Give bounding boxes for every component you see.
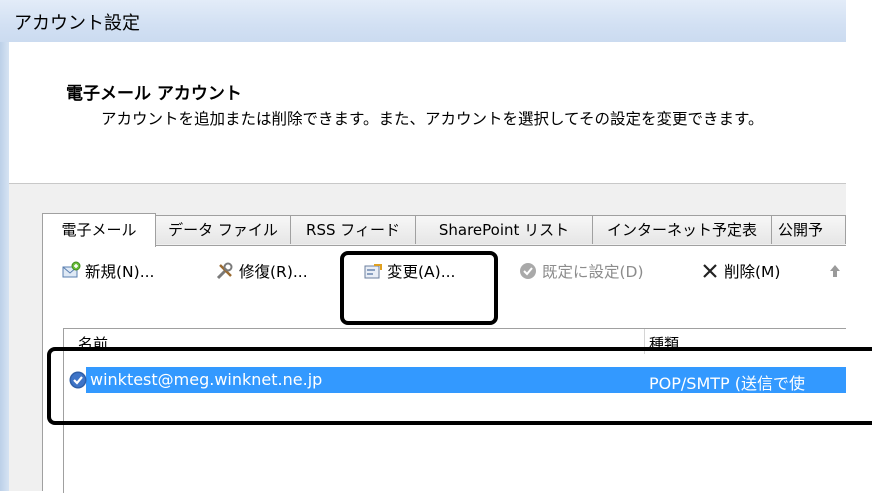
header-panel: 電子メール アカウント アカウントを追加または削除できます。また、アカウントを選… bbox=[9, 42, 846, 184]
new-account-icon bbox=[61, 261, 81, 281]
column-divider[interactable] bbox=[644, 329, 645, 354]
header-description: アカウントを追加または削除できます。また、アカウントを選択してその設定を変更でき… bbox=[101, 110, 764, 128]
account-name: winktest@meg.winknet.ne.jp bbox=[90, 370, 323, 389]
tab-published-calendars[interactable]: 公開予 bbox=[771, 215, 846, 244]
account-toolbar: 新規(N)... 修復(R)... 変更(A)... 既定に設定(D) 削除(M… bbox=[43, 246, 847, 296]
x-delete-icon bbox=[700, 261, 720, 281]
tab-strip: 電子メール データ ファイル RSS フィード SharePoint リスト イ… bbox=[42, 213, 846, 247]
column-header-type[interactable]: 種類 bbox=[649, 333, 679, 354]
checkmark-circle-icon bbox=[518, 261, 538, 281]
change-button-label: 変更(A)... bbox=[387, 263, 456, 281]
tab-email[interactable]: 電子メール bbox=[42, 213, 156, 247]
repair-tools-icon bbox=[215, 261, 235, 281]
repair-button[interactable]: 修復(R)... bbox=[215, 258, 308, 284]
account-list[interactable]: 名前 種類 winktest@meg.winknet.ne.jp POP/SMT… bbox=[63, 328, 848, 493]
delete-button-label: 削除(M) bbox=[724, 263, 781, 281]
new-button-label: 新規(N)... bbox=[85, 263, 155, 281]
column-header-name[interactable]: 名前 bbox=[78, 333, 108, 354]
window-title: アカウント設定 bbox=[14, 13, 140, 34]
change-settings-icon bbox=[363, 261, 383, 281]
delete-button[interactable]: 削除(M) bbox=[700, 258, 780, 284]
default-account-check-icon bbox=[68, 370, 88, 390]
set-default-label: 既定に設定(D) bbox=[542, 263, 644, 281]
header-title: 電子メール アカウント bbox=[66, 84, 242, 104]
list-item[interactable]: winktest@meg.winknet.ne.jp POP/SMTP (送信で… bbox=[68, 365, 848, 395]
tab-rss-feeds[interactable]: RSS フィード bbox=[290, 215, 416, 244]
account-type: POP/SMTP (送信で使 bbox=[649, 374, 805, 393]
window-edge bbox=[846, 0, 872, 491]
tab-panel-email: 新規(N)... 修復(R)... 変更(A)... 既定に設定(D) 削除(M… bbox=[42, 245, 848, 493]
change-button[interactable]: 変更(A)... bbox=[363, 258, 455, 284]
tab-internet-calendars[interactable]: インターネット予定表 bbox=[592, 215, 772, 244]
account-settings-window: 電子メール アカウント アカウントを追加または削除できます。また、アカウントを選… bbox=[9, 42, 848, 493]
new-button[interactable]: 新規(N)... bbox=[61, 258, 154, 284]
repair-button-label: 修復(R)... bbox=[239, 263, 308, 281]
arrow-up-icon bbox=[825, 261, 845, 281]
tab-data-files[interactable]: データ ファイル bbox=[155, 215, 291, 244]
window-frame bbox=[0, 0, 9, 491]
list-header: 名前 種類 bbox=[64, 329, 848, 354]
set-default-button[interactable]: 既定に設定(D) bbox=[518, 258, 644, 284]
title-bar[interactable]: アカウント設定 bbox=[0, 0, 846, 42]
tab-sharepoint-lists[interactable]: SharePoint リスト bbox=[415, 215, 593, 244]
